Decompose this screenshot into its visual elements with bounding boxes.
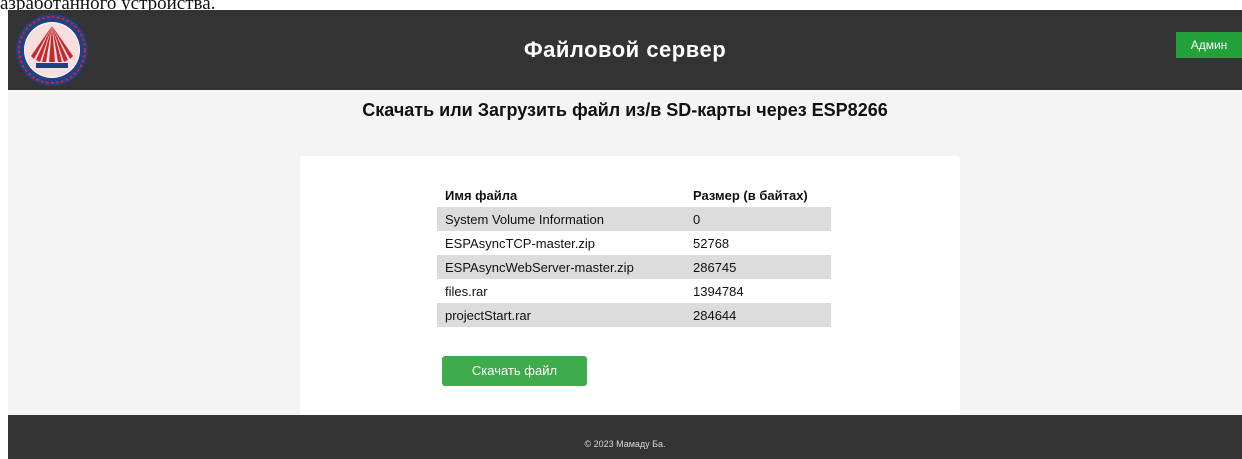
file-name-cell: ESPAsyncTCP-master.zip [437,231,685,255]
site-header: Файловой сервер Админ [8,10,1242,90]
page-heading: Скачать или Загрузить файл из/в SD-карты… [362,100,888,120]
file-size-cell: 284644 [685,303,831,327]
download-file-button[interactable]: Скачать файл [442,356,587,386]
site-footer: © 2023 Мамаду Ба. [8,415,1242,459]
file-name-cell: System Volume Information [437,207,685,231]
table-header-row: Имя файла Размер (в байтах) [437,183,831,207]
table-row[interactable]: projectStart.rar 284644 [437,303,831,327]
admin-button[interactable]: Админ [1176,32,1242,58]
footer-copyright: © 2023 Мамаду Ба. [584,439,666,449]
file-size-cell: 286745 [685,255,831,279]
file-name-cell: files.rar [437,279,685,303]
file-size-cell: 0 [685,207,831,231]
file-size-cell: 1394784 [685,279,831,303]
column-header-file-name: Имя файла [437,183,685,207]
table-row[interactable]: ESPAsyncWebServer-master.zip 286745 [437,255,831,279]
table-row[interactable]: files.rar 1394784 [437,279,831,303]
browser-page: Файловой сервер Админ Скачать или Загруз… [8,10,1242,459]
file-name-cell: projectStart.rar [437,303,685,327]
file-size-cell: 52768 [685,231,831,255]
column-header-file-size: Размер (в байтах) [685,183,831,207]
table-row[interactable]: System Volume Information 0 [437,207,831,231]
table-row[interactable]: ESPAsyncTCP-master.zip 52768 [437,231,831,255]
file-list-card: Имя файла Размер (в байтах) System Volum… [300,156,960,416]
site-title: Файловой сервер [523,37,727,62]
file-table: Имя файла Размер (в байтах) System Volum… [437,183,831,327]
file-name-cell: ESPAsyncWebServer-master.zip [437,255,685,279]
